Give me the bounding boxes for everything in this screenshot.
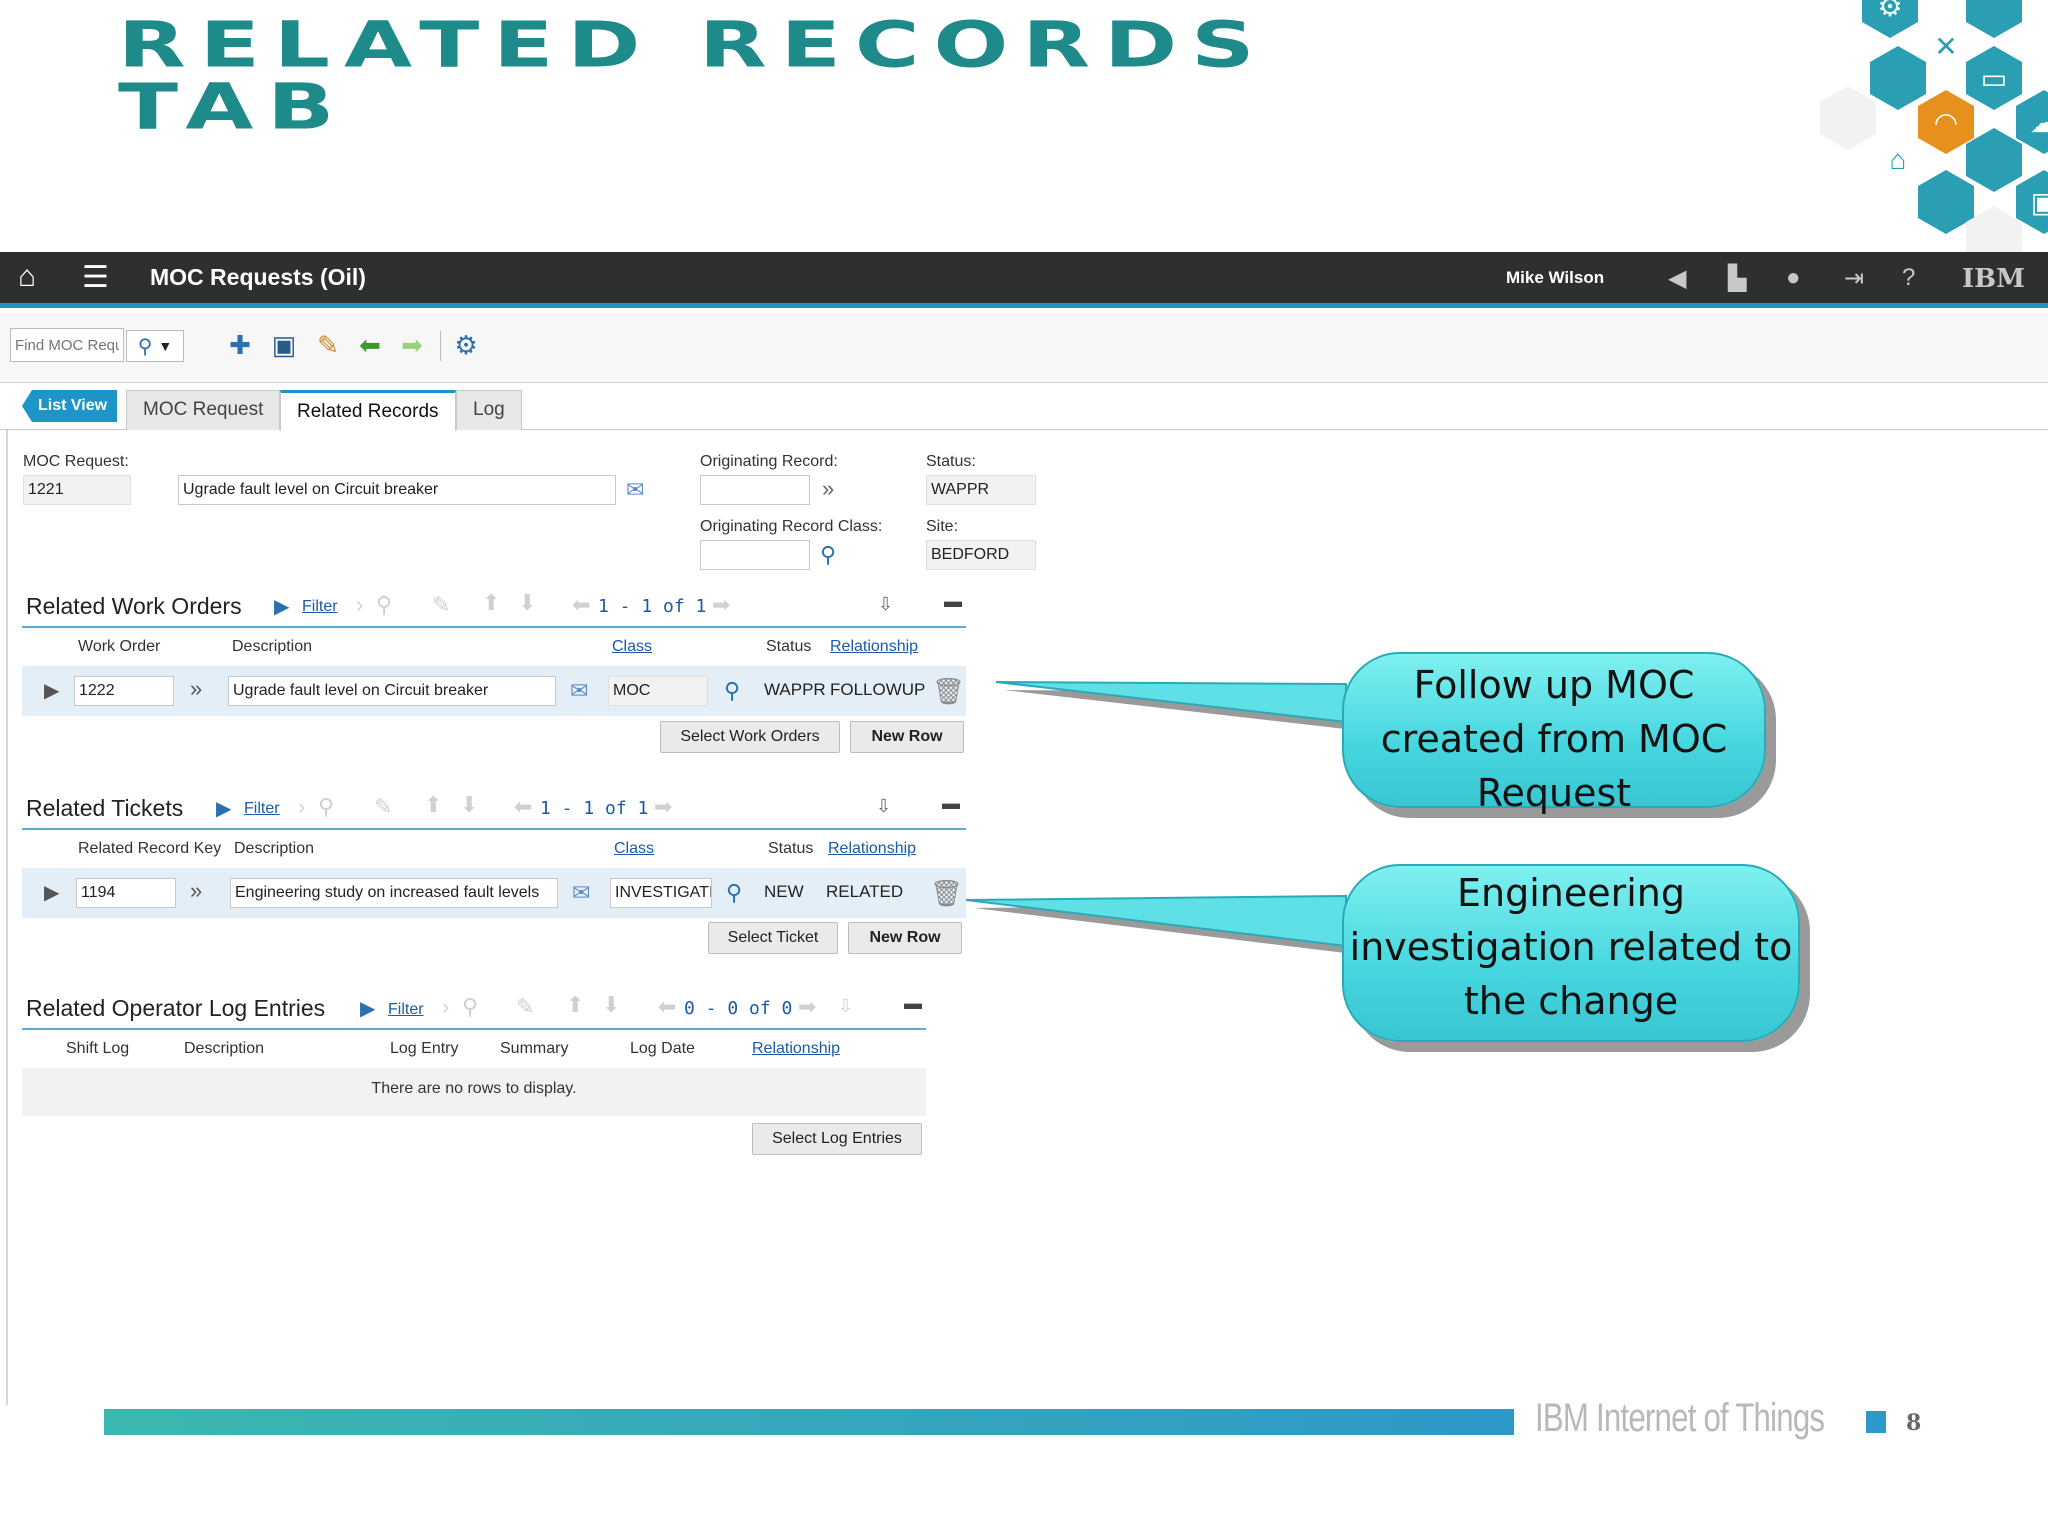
footer-bar [104,1409,1514,1435]
engineering-callout-pointer [965,894,1347,948]
page-number: 8 [1906,1410,1922,1436]
followup-callout: Follow up MOC created from MOC Request [1342,652,1766,815]
followup-callout-pointer [995,681,1347,724]
footer-square [1866,1411,1886,1433]
engineering-callout: Engineering investigation related to the… [1342,864,1800,1042]
footer-brand: IBM Internet of Things [1535,1396,1825,1440]
